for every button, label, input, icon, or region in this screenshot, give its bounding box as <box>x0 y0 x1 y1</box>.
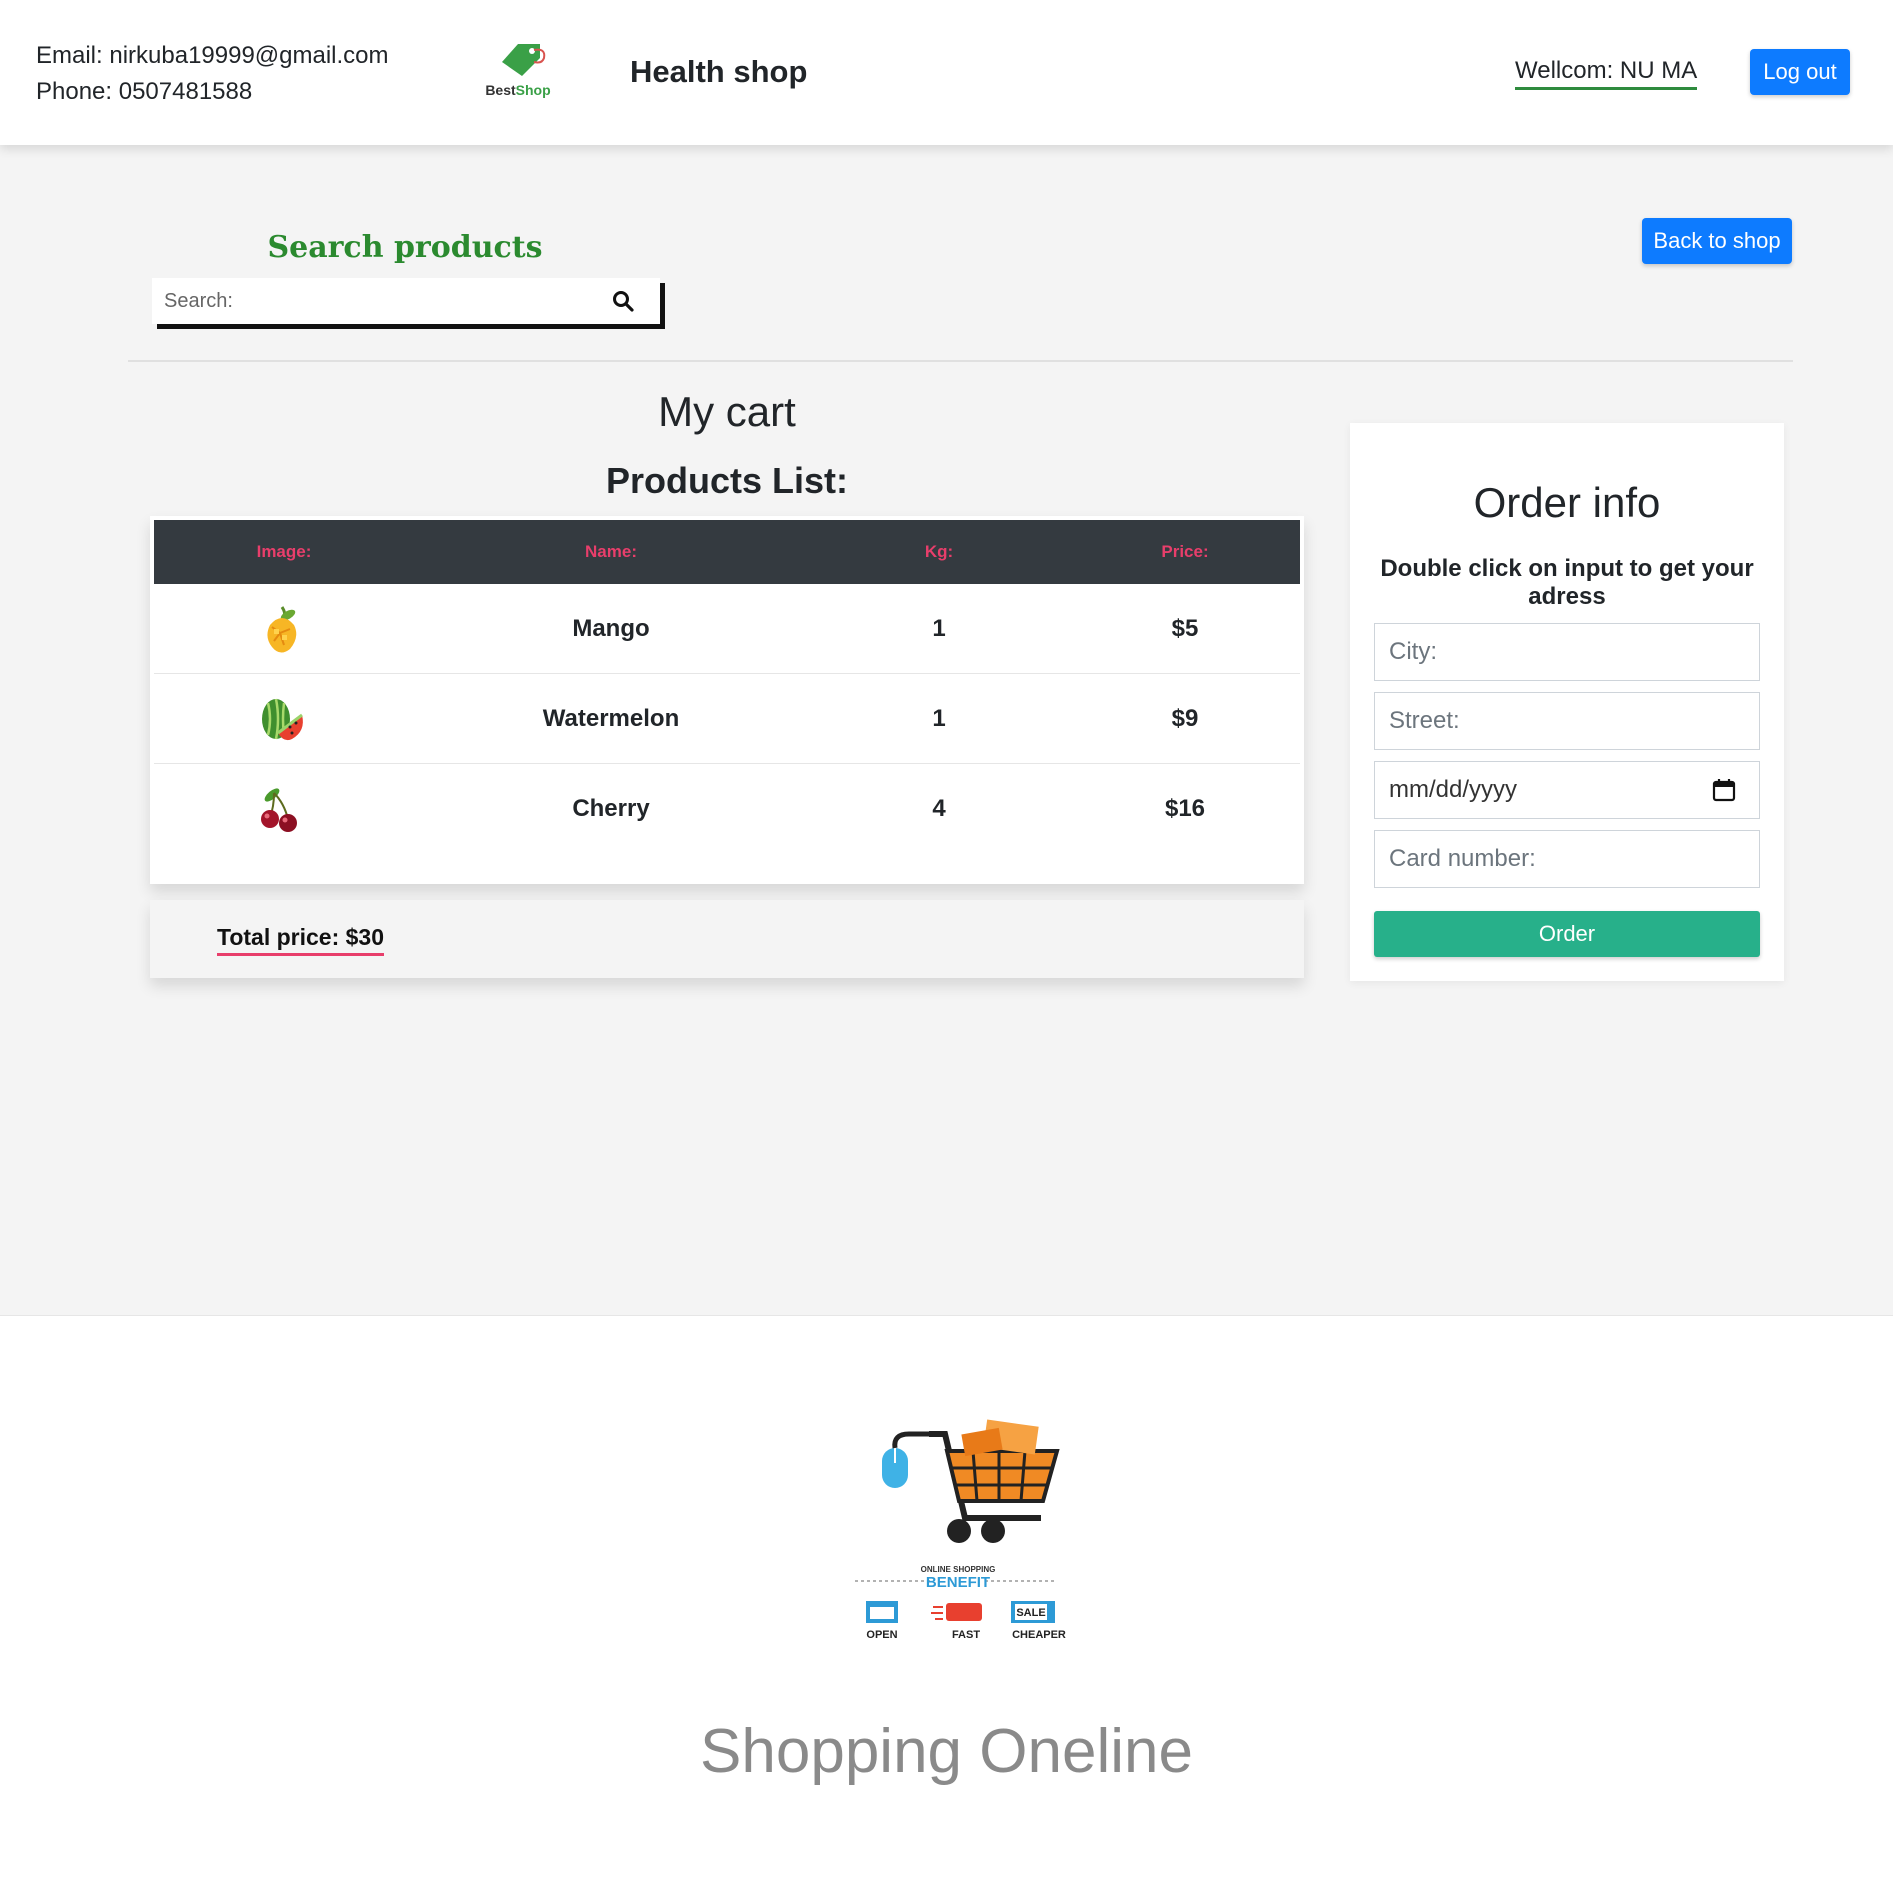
svg-text:SALE: SALE <box>1016 1607 1045 1619</box>
cart-table: Image: Name: Kg: Price: Mango 1 $5 Water… <box>150 516 1304 884</box>
order-info-panel: Order info Double click on input to get … <box>1350 423 1784 981</box>
top-header: Email: nirkuba19999@gmail.com Phone: 050… <box>0 0 1893 145</box>
section-divider <box>128 360 1793 362</box>
mango-icon <box>267 606 297 653</box>
products-list-title: Products List: <box>605 460 848 501</box>
svg-text:FAST: FAST <box>952 1629 980 1641</box>
product-price: $9 <box>1171 705 1199 732</box>
column-header-price: Price: <box>1161 542 1209 561</box>
calendar-icon[interactable] <box>1711 777 1737 803</box>
table-row: Mango 1 $5 <box>154 584 1300 674</box>
footer-title: Shopping Oneline <box>700 1717 1193 1786</box>
order-button[interactable]: Order <box>1374 911 1760 957</box>
table-row: Watermelon 1 $9 <box>154 674 1300 764</box>
date-field-value: mm/dd/yyyy <box>1389 776 1518 803</box>
search-icon[interactable] <box>612 290 634 312</box>
svg-text:BENEFIT: BENEFIT <box>926 1574 990 1591</box>
search-title: Search products <box>267 230 543 265</box>
street-field[interactable] <box>1374 692 1760 750</box>
product-kg: 4 <box>932 795 946 822</box>
card-number-field[interactable] <box>1374 830 1760 888</box>
product-kg: 1 <box>932 615 946 642</box>
welcome-user: Wellcom: NU MA <box>1515 57 1698 90</box>
table-row: Cherry 4 $16 <box>154 764 1300 854</box>
bestshop-logo[interactable]: BestShop <box>470 36 566 108</box>
product-name: Watermelon <box>542 705 680 732</box>
product-kg: 1 <box>932 705 946 732</box>
cherry-icon <box>261 788 297 832</box>
logout-button[interactable]: Log out <box>1750 49 1850 95</box>
cart-title: My cart <box>658 388 796 435</box>
column-header-image: Image: <box>256 542 312 561</box>
shopping-cart-illustration: ONLINE SHOPPING BENEFIT SALE OPEN FAST C… <box>855 1419 1066 1641</box>
date-field[interactable]: mm/dd/yyyy <box>1374 761 1760 819</box>
back-to-shop-button[interactable]: Back to shop <box>1642 218 1792 264</box>
svg-text:CHEAPER: CHEAPER <box>1012 1629 1066 1641</box>
svg-text:ONLINE SHOPPING: ONLINE SHOPPING <box>921 1565 996 1574</box>
column-header-kg: Kg: <box>924 542 954 561</box>
search-bar <box>152 278 660 324</box>
total-price-panel: Total price: $30 <box>150 900 1304 978</box>
price-tag-icon <box>502 44 546 76</box>
city-field[interactable] <box>1374 623 1760 681</box>
order-hint: Double click on input to get your adress <box>1380 555 1754 610</box>
logo-wordmark: BestShop <box>485 82 551 98</box>
footer: ONLINE SHOPPING BENEFIT SALE OPEN FAST C… <box>0 1315 1893 1887</box>
search-input[interactable] <box>152 279 592 323</box>
contact-info: Email: nirkuba19999@gmail.com Phone: 050… <box>36 38 389 110</box>
product-price: $5 <box>1171 615 1199 642</box>
watermelon-icon <box>262 698 303 741</box>
column-header-name: Name: <box>585 542 637 561</box>
site-title: Health shop <box>630 54 808 89</box>
contact-phone: Phone: 0507481588 <box>36 78 253 105</box>
product-name: Cherry <box>572 795 650 822</box>
total-price: Total price: $30 <box>217 924 385 956</box>
table-header: Image: Name: Kg: Price: <box>154 520 1300 584</box>
order-info-title: Order info <box>1473 479 1661 526</box>
product-name: Mango <box>572 615 650 642</box>
contact-email: Email: nirkuba19999@gmail.com <box>36 42 389 69</box>
svg-text:OPEN: OPEN <box>866 1629 897 1641</box>
product-price: $16 <box>1164 795 1206 822</box>
